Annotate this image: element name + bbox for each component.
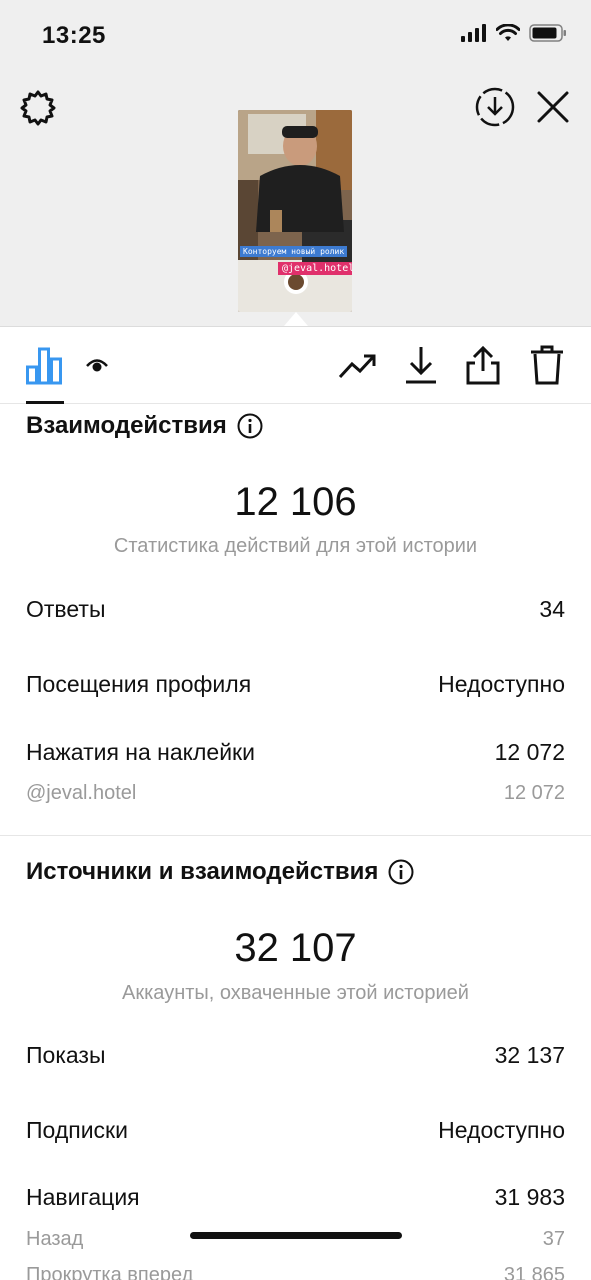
download-icon[interactable] xyxy=(404,345,438,385)
follows-row: Подписки Недоступно xyxy=(26,1117,565,1144)
status-time: 13:25 xyxy=(42,22,106,49)
story-photo xyxy=(238,110,352,312)
viewers-eye-icon[interactable] xyxy=(86,357,108,373)
interactions-total: 12 106 xyxy=(234,480,357,524)
row-value: Недоступно xyxy=(438,1117,565,1143)
row-value: 37 xyxy=(542,1228,565,1250)
row-label: Посещения профиля xyxy=(26,671,252,697)
promote-trend-icon[interactable] xyxy=(338,351,378,381)
interactions-title: Взаимодействия xyxy=(26,412,263,440)
close-icon[interactable] xyxy=(534,88,572,126)
discovery-total: 32 107 xyxy=(234,926,357,970)
row-label: @jeval.hotel xyxy=(26,782,137,804)
row-label: Показы xyxy=(26,1042,106,1068)
discovery-caption: Аккаунты, охваченные этой историей xyxy=(122,982,469,1004)
row-label: Навигация xyxy=(26,1184,140,1210)
interactions-caption: Статистика действий для этой истории xyxy=(113,535,478,557)
row-value: 32 137 xyxy=(494,1042,565,1068)
selection-pointer xyxy=(284,312,308,326)
discovery-title: Источники и взаимодействия xyxy=(26,858,414,886)
row-label: Прокрутка вперед xyxy=(26,1264,194,1280)
row-value: 31 865 xyxy=(503,1264,565,1280)
wifi-icon xyxy=(496,24,520,41)
mention-sticker: @jeval.hotel xyxy=(278,262,352,275)
row-value: 12 072 xyxy=(494,739,565,765)
settings-gear-icon[interactable] xyxy=(18,88,58,128)
mention-sticker-row[interactable]: @jeval.hotel 12 072 xyxy=(26,782,565,805)
impressions-row: Показы 32 137 xyxy=(26,1042,565,1069)
forward-row: Прокрутка вперед 31 865 xyxy=(26,1264,565,1280)
story-toolbar xyxy=(0,326,591,404)
row-label: Подписки xyxy=(26,1117,128,1143)
sticker-taps-row: Нажатия на наклейки 12 072 xyxy=(26,739,565,766)
story-caption-sticker: Конторуем новый ролик xyxy=(240,246,348,257)
row-value: 31 983 xyxy=(494,1184,565,1210)
share-icon[interactable] xyxy=(466,345,500,385)
signal-icon xyxy=(461,24,486,42)
row-label: Ответы xyxy=(26,596,106,622)
row-value: 34 xyxy=(539,596,565,622)
navigation-row: Навигация 31 983 xyxy=(26,1184,565,1211)
profile-visits-row: Посещения профиля Недоступно xyxy=(26,671,565,698)
active-tab-indicator xyxy=(26,401,64,404)
status-icons xyxy=(461,24,567,42)
row-value: 12 072 xyxy=(503,782,565,804)
story-thumbnail[interactable]: Конторуем новый ролик @jeval.hotel xyxy=(238,110,352,312)
delete-trash-icon[interactable] xyxy=(530,345,564,385)
battery-icon xyxy=(529,24,566,42)
insights-bar-chart-icon[interactable] xyxy=(26,347,62,385)
save-story-icon[interactable] xyxy=(474,86,516,128)
story-preview-area: Конторуем новый ролик @jeval.hotel xyxy=(0,70,591,326)
info-icon[interactable] xyxy=(388,859,414,885)
status-bar: 13:25 xyxy=(0,0,591,70)
replies-row: Ответы 34 xyxy=(26,596,565,623)
info-icon[interactable] xyxy=(237,413,263,439)
home-indicator[interactable] xyxy=(190,1232,402,1239)
row-value: Недоступно xyxy=(438,671,565,697)
row-label: Нажатия на наклейки xyxy=(26,739,255,765)
section-divider xyxy=(0,835,591,836)
row-label: Назад xyxy=(26,1228,84,1250)
